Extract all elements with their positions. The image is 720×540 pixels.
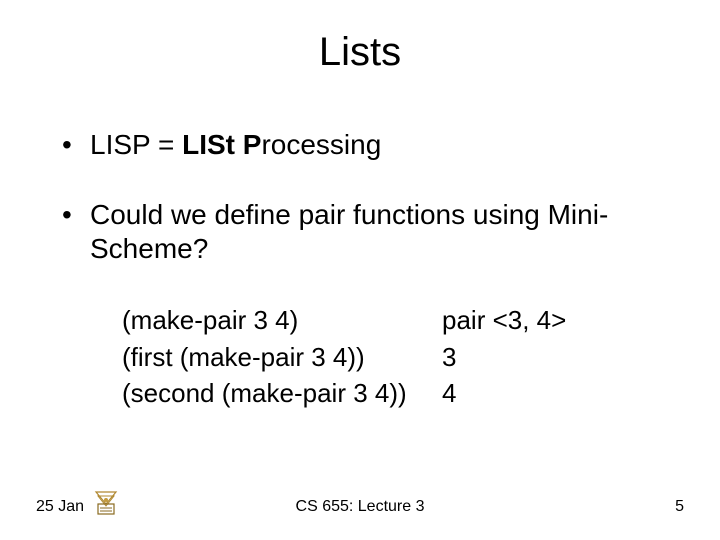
example-expr: (make-pair 3 4) xyxy=(122,302,442,338)
bullet-text: Could we define pair functions using Min… xyxy=(90,198,670,266)
bullet-item: • LISP = LISt Processing xyxy=(62,128,670,162)
slide: Lists • LISP = LISt Processing • Could w… xyxy=(0,0,720,540)
bullet-marker: • xyxy=(62,128,90,162)
slide-title: Lists xyxy=(0,30,720,75)
example-expr: (first (make-pair 3 4)) xyxy=(122,339,442,375)
bullet-text: LISP = LISt Processing xyxy=(90,128,670,162)
example-row: (first (make-pair 3 4)) 3 xyxy=(122,339,670,375)
examples-block: (make-pair 3 4) pair <3, 4> (first (make… xyxy=(122,302,670,411)
example-result: 4 xyxy=(442,375,670,411)
example-expr: (second (make-pair 3 4)) xyxy=(122,375,442,411)
example-result: pair <3, 4> xyxy=(442,302,670,338)
bullet-item: • Could we define pair functions using M… xyxy=(62,198,670,266)
footer-page-number: 5 xyxy=(675,498,684,516)
text-span: LISP = xyxy=(90,129,182,160)
slide-footer: 25 Jan CS 655: Lecture 3 5 xyxy=(0,480,720,520)
text-bold: LISt P xyxy=(182,129,261,160)
slide-body: • LISP = LISt Processing • Could we defi… xyxy=(62,128,670,412)
footer-center: CS 655: Lecture 3 xyxy=(0,498,720,516)
example-row: (make-pair 3 4) pair <3, 4> xyxy=(122,302,670,338)
example-row: (second (make-pair 3 4)) 4 xyxy=(122,375,670,411)
bullet-marker: • xyxy=(62,198,90,232)
example-result: 3 xyxy=(442,339,670,375)
text-span: rocessing xyxy=(261,129,381,160)
